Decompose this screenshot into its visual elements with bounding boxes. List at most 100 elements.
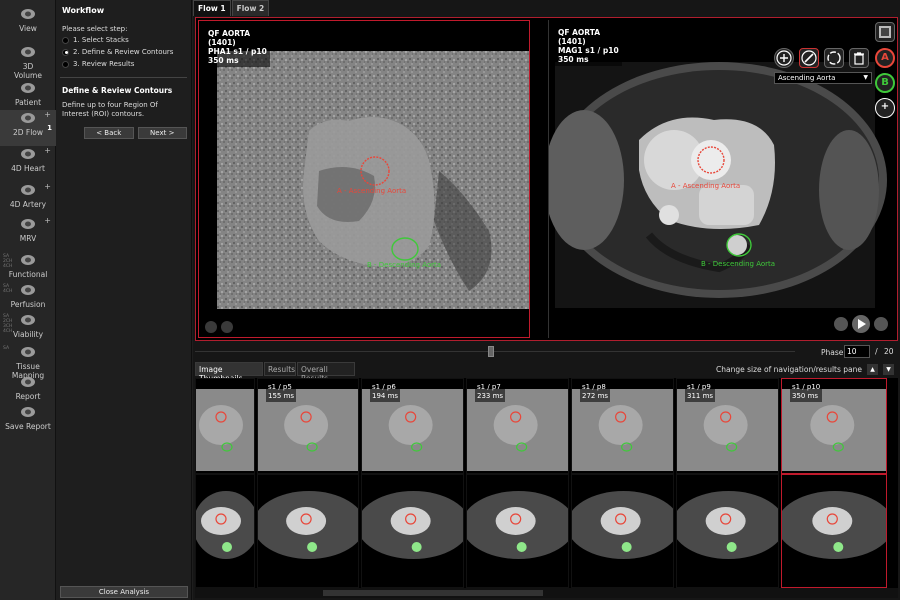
left-series-name: QF AORTA	[208, 29, 251, 38]
phase-separator: /	[875, 347, 878, 356]
section-text: Define up to four Region Of Interest (RO…	[62, 101, 158, 118]
add-roi-button[interactable]: +	[875, 98, 895, 118]
rail-item-8[interactable]: Perfusion SA 4CH	[0, 282, 56, 312]
delete-contour-icon[interactable]	[849, 48, 869, 68]
thumbnail-mag[interactable]	[676, 474, 779, 588]
rail-item-label: 4D Artery	[9, 200, 47, 209]
thumbnail-mag[interactable]	[781, 474, 887, 588]
phase-slider-handle[interactable]	[488, 346, 494, 357]
rail-item-12[interactable]: Save Report	[0, 404, 56, 440]
phase-bar: Phase 10 / 20	[193, 342, 900, 362]
tab-flow-1[interactable]: Flow 1	[193, 0, 231, 16]
phase-input[interactable]: 10	[844, 345, 870, 358]
rail-item-10[interactable]: Tissue Mapping SA	[0, 344, 56, 380]
step-radio[interactable]	[62, 48, 69, 56]
tab-overall-results[interactable]: Overall Results	[297, 362, 355, 383]
left-image-info: QF AORTA (1401) PHA1 s1 / p10 350 ms	[205, 27, 270, 67]
thumbnail-mag[interactable]	[195, 474, 255, 588]
rail-item-3[interactable]: 2D Flow +1	[0, 110, 56, 146]
module-icon	[18, 216, 38, 232]
rail-item-2[interactable]: Patient	[0, 80, 56, 110]
rail-item-6[interactable]: MRV +	[0, 216, 56, 252]
rail-item-11[interactable]: Report	[0, 374, 56, 404]
thumbnail-phase[interactable]: s1 / p6 194 ms	[361, 378, 464, 474]
thumbnail-time: 155 ms	[268, 392, 295, 400]
chevron-up-icon[interactable]: ▲	[867, 364, 878, 375]
thumbnail-mag[interactable]	[466, 474, 569, 588]
module-icon	[18, 182, 38, 198]
thumbnail-phase[interactable]: s1 / p8 272 ms	[571, 378, 674, 474]
rail-item-4[interactable]: 4D Heart +	[0, 146, 56, 182]
thumbnail-label: s1 / p7 233 ms	[475, 382, 506, 402]
divider	[60, 77, 187, 78]
workflow-panel: Workflow Please select step: 1. Select S…	[56, 0, 192, 600]
workflow-step[interactable]: 1. Select Stacks	[62, 35, 187, 45]
thumbnail-mag[interactable]	[257, 474, 359, 588]
view-list: SA 4CH	[3, 284, 13, 294]
phase-image-pane[interactable]: QF AORTA (1401) PHA1 s1 / p10 350 ms A -…	[198, 20, 530, 338]
expand-icon[interactable]: +	[44, 216, 51, 225]
module-icon	[18, 252, 38, 268]
flow-tabs: Flow 1 Flow 2	[193, 0, 270, 16]
thumbnail-label: s1 / p5 155 ms	[266, 382, 297, 402]
step-radio[interactable]	[62, 36, 69, 44]
workflow-step[interactable]: 2. Define & Review Contours	[62, 47, 187, 57]
rail-item-label: View	[19, 24, 37, 33]
horizontal-scrollbar[interactable]	[195, 588, 898, 598]
thumbnail-slice-phase: s1 / p6	[372, 383, 396, 391]
tab-image-thumbnails[interactable]: Image Thumbnails	[195, 362, 263, 383]
module-icon	[18, 404, 38, 420]
back-button[interactable]: < Back	[84, 127, 134, 139]
thumbnail-phase[interactable]: s1 / p10 350 ms	[781, 378, 887, 474]
right-roi-b-label: B - Descending Aorta	[701, 260, 776, 268]
section-title: Define & Review Contours	[62, 86, 173, 95]
rail-item-9[interactable]: Viability SA 2CH 3CH 4CH	[0, 312, 56, 344]
right-series-number: (1401)	[558, 37, 586, 46]
scrollbar-thumb[interactable]	[323, 590, 543, 596]
image-viewer: QF AORTA (1401) PHA1 s1 / p10 350 ms A -…	[195, 17, 898, 341]
rail-item-7[interactable]: Functional SA 2CH 4CH	[0, 252, 56, 282]
thumbnail-time: 233 ms	[477, 392, 504, 400]
rail-item-1[interactable]: 3D Volume	[0, 44, 56, 80]
thumbnail-image	[196, 475, 254, 587]
rail-item-5[interactable]: 4D Artery +	[0, 182, 56, 216]
module-icon	[18, 80, 38, 96]
thumbnail-slice-phase: s1 / p5	[268, 383, 292, 391]
workflow-prompt: Please select step:	[62, 25, 128, 33]
thumbnail-time: 311 ms	[687, 392, 714, 400]
right-slice-phase: MAG1 s1 / p10	[558, 46, 619, 55]
phase-total: 20	[884, 347, 894, 356]
next-button[interactable]: Next >	[137, 127, 187, 139]
tab-results[interactable]: Results	[264, 362, 296, 376]
draw-contour-icon[interactable]	[799, 48, 819, 68]
tab-flow-2[interactable]: Flow 2	[231, 0, 270, 16]
thumbnail-mag[interactable]	[571, 474, 674, 588]
thumbnail-phase[interactable]: s1 / p9 311 ms	[676, 378, 779, 474]
rail-item-label: Patient	[14, 98, 42, 107]
roi-a-button[interactable]: A	[875, 48, 895, 68]
rail-item-label: Viability	[12, 330, 44, 339]
step-radio[interactable]	[62, 60, 69, 68]
thumbnail-mag[interactable]	[361, 474, 464, 588]
right-image-info: QF AORTA (1401) MAG1 s1 / p10 350 ms	[555, 26, 622, 66]
roi-dropdown[interactable]: Ascending Aorta ▼	[774, 72, 872, 84]
workflow-step[interactable]: 3. Review Results	[62, 59, 187, 69]
right-roi-a-label: A - Ascending Aorta	[671, 182, 741, 190]
chevron-down-icon[interactable]: ▼	[883, 364, 894, 375]
close-analysis-button[interactable]: Close Analysis	[60, 586, 188, 598]
thumbnail-phase[interactable]	[195, 378, 255, 474]
thumbnail-phase[interactable]: s1 / p5 155 ms	[257, 378, 359, 474]
layout-icon[interactable]	[875, 22, 895, 42]
thumbnail-time: 272 ms	[582, 392, 609, 400]
thumbnail-phase[interactable]: s1 / p7 233 ms	[466, 378, 569, 474]
magnitude-image-pane[interactable]: QF AORTA (1401) MAG1 s1 / p10 350 ms A -…	[548, 20, 894, 338]
rail-item-0[interactable]: View	[0, 6, 56, 44]
expand-icon[interactable]: +	[44, 146, 51, 155]
expand-icon[interactable]: +	[44, 110, 51, 119]
roi-b-button[interactable]: B	[875, 73, 895, 93]
expand-icon[interactable]: +	[44, 182, 51, 191]
add-point-icon[interactable]	[774, 48, 794, 68]
propagate-contour-icon[interactable]	[824, 48, 844, 68]
count-badge: 1	[47, 124, 52, 132]
roi-dropdown-value: Ascending Aorta	[778, 74, 836, 82]
